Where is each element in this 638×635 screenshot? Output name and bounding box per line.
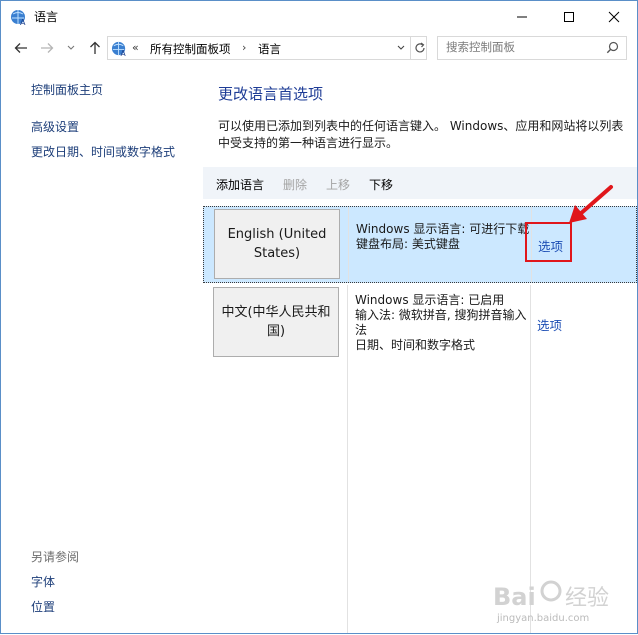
language-icon: A xyxy=(111,41,126,57)
chevron-down-icon xyxy=(67,45,75,50)
chevron-down-icon xyxy=(397,45,405,50)
address-bar[interactable]: A « 所有控制面板项 › 语言 xyxy=(107,36,427,60)
window: A 语言 A « 所有控制面板项 › 语言 搜索控制面板 控制面板主页 高级设置… xyxy=(0,0,638,634)
title-bar: A 语言 xyxy=(1,1,637,32)
forward-arrow-icon xyxy=(41,43,54,53)
move-down-button[interactable]: 下移 xyxy=(369,176,393,193)
language-icon: A xyxy=(11,10,26,26)
date-time-format: 日期、时间和数字格式 xyxy=(355,338,476,352)
svg-text:Bai: Bai xyxy=(493,583,536,611)
language-info: Windows 显示语言: 可进行下载 键盘布局: 美式键盘 xyxy=(356,222,536,252)
refresh-icon xyxy=(414,42,425,53)
sidebar-advanced-settings[interactable]: 高级设置 xyxy=(31,118,79,135)
close-button[interactable] xyxy=(591,1,637,32)
back-arrow-icon xyxy=(14,43,27,53)
back-button[interactable] xyxy=(11,38,31,58)
breadcrumb-all-control-panel-items[interactable]: 所有控制面板项 xyxy=(150,41,231,57)
refresh-button[interactable] xyxy=(410,37,428,59)
move-up-button[interactable]: 上移 xyxy=(326,176,350,193)
breadcrumb-overflow[interactable]: « xyxy=(132,41,139,54)
forward-button[interactable] xyxy=(37,38,57,58)
annotation-arrow-icon xyxy=(569,185,613,223)
options-link[interactable]: 选项 xyxy=(537,315,562,334)
language-name-button[interactable]: 中文(中华人民共和国) xyxy=(213,287,339,357)
minimize-button[interactable] xyxy=(499,1,545,32)
svg-text:A: A xyxy=(120,49,126,57)
display-language-status: Windows 显示语言: 已启用 xyxy=(355,293,505,307)
address-dropdown-button[interactable] xyxy=(393,37,409,59)
recent-locations-button[interactable] xyxy=(64,38,78,58)
up-button[interactable] xyxy=(85,38,105,58)
column-divider xyxy=(347,285,348,633)
svg-text:A: A xyxy=(20,18,26,26)
column-divider xyxy=(348,207,349,282)
watermark-url: jingyan.baidu.com xyxy=(497,613,590,624)
maximize-button[interactable] xyxy=(546,1,592,32)
minimize-icon xyxy=(517,16,527,17)
keyboard-layout: 键盘布局: 美式键盘 xyxy=(356,237,460,251)
sidebar-control-panel-home[interactable]: 控制面板主页 xyxy=(31,81,103,98)
svg-text:经验: 经验 xyxy=(565,586,609,611)
breadcrumb-separator-icon[interactable]: › xyxy=(242,41,246,54)
window-title: 语言 xyxy=(34,10,59,24)
input-methods: 输入法: 微软拼音, 搜狗拼音输入法 xyxy=(355,308,527,337)
sidebar-location[interactable]: 位置 xyxy=(31,598,55,615)
address-row: A « 所有控制面板项 › 语言 xyxy=(1,34,637,62)
search-icon xyxy=(606,41,619,54)
maximize-icon xyxy=(564,11,574,22)
breadcrumb-language[interactable]: 语言 xyxy=(258,41,281,57)
sidebar-change-date-time-format[interactable]: 更改日期、时间或数字格式 xyxy=(31,143,175,160)
highlight-box xyxy=(525,222,572,262)
up-arrow-icon xyxy=(90,41,100,54)
remove-language-button[interactable]: 删除 xyxy=(283,176,307,193)
close-icon xyxy=(608,11,620,22)
display-language-status: Windows 显示语言: 可进行下载 xyxy=(356,222,530,236)
search-box[interactable] xyxy=(437,36,627,60)
page-title: 更改语言首选项 xyxy=(218,85,324,103)
page-description: 可以使用已添加到列表中的任何语言键入。 Windows、应用和网站将以列表中受支… xyxy=(218,119,624,150)
language-info: Windows 显示语言: 已启用 输入法: 微软拼音, 搜狗拼音输入法 日期、… xyxy=(355,293,535,353)
sidebar-fonts[interactable]: 字体 xyxy=(31,573,55,590)
add-language-button[interactable]: 添加语言 xyxy=(216,176,264,193)
language-name-button[interactable]: English (United States) xyxy=(214,209,340,279)
search-input[interactable] xyxy=(446,40,596,54)
see-also-heading: 另请参阅 xyxy=(31,550,80,564)
